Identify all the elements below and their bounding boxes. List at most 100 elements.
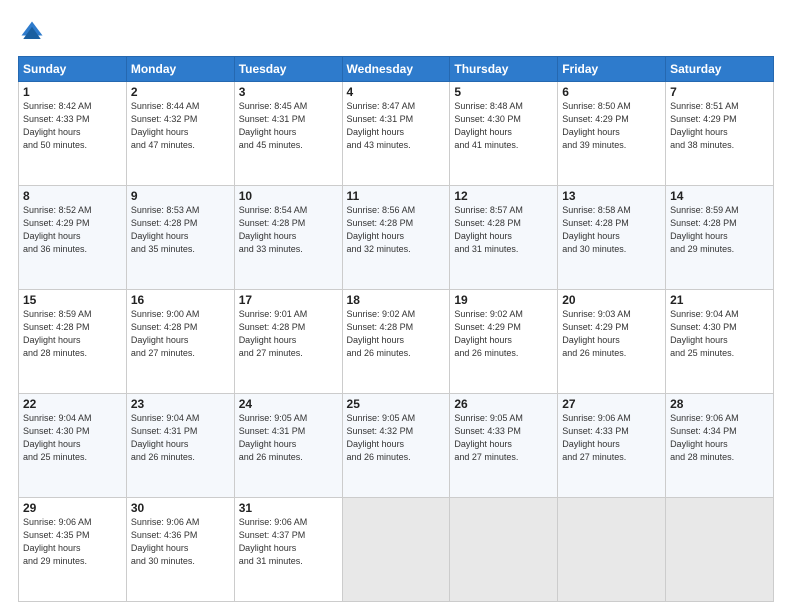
day-number: 3 bbox=[239, 85, 338, 99]
calendar-cell: 18 Sunrise: 9:02 AMSunset: 4:28 PMDaylig… bbox=[342, 290, 450, 394]
day-info: Sunrise: 8:56 AMSunset: 4:28 PMDaylight … bbox=[347, 205, 416, 254]
day-number: 13 bbox=[562, 189, 661, 203]
day-info: Sunrise: 9:02 AMSunset: 4:28 PMDaylight … bbox=[347, 309, 416, 358]
calendar-week-5: 29 Sunrise: 9:06 AMSunset: 4:35 PMDaylig… bbox=[19, 498, 774, 602]
day-number: 25 bbox=[347, 397, 446, 411]
calendar-cell: 22 Sunrise: 9:04 AMSunset: 4:30 PMDaylig… bbox=[19, 394, 127, 498]
day-number: 30 bbox=[131, 501, 230, 515]
calendar-header-thursday: Thursday bbox=[450, 57, 558, 82]
day-number: 14 bbox=[670, 189, 769, 203]
calendar-cell: 31 Sunrise: 9:06 AMSunset: 4:37 PMDaylig… bbox=[234, 498, 342, 602]
day-number: 7 bbox=[670, 85, 769, 99]
calendar-week-4: 22 Sunrise: 9:04 AMSunset: 4:30 PMDaylig… bbox=[19, 394, 774, 498]
day-info: Sunrise: 9:06 AMSunset: 4:34 PMDaylight … bbox=[670, 413, 739, 462]
calendar-cell: 5 Sunrise: 8:48 AMSunset: 4:30 PMDayligh… bbox=[450, 82, 558, 186]
day-number: 18 bbox=[347, 293, 446, 307]
calendar-cell bbox=[450, 498, 558, 602]
day-info: Sunrise: 9:04 AMSunset: 4:30 PMDaylight … bbox=[670, 309, 739, 358]
day-number: 8 bbox=[23, 189, 122, 203]
day-info: Sunrise: 8:59 AMSunset: 4:28 PMDaylight … bbox=[670, 205, 739, 254]
calendar-week-2: 8 Sunrise: 8:52 AMSunset: 4:29 PMDayligh… bbox=[19, 186, 774, 290]
calendar-cell: 11 Sunrise: 8:56 AMSunset: 4:28 PMDaylig… bbox=[342, 186, 450, 290]
day-info: Sunrise: 9:06 AMSunset: 4:35 PMDaylight … bbox=[23, 517, 92, 566]
calendar-week-3: 15 Sunrise: 8:59 AMSunset: 4:28 PMDaylig… bbox=[19, 290, 774, 394]
day-info: Sunrise: 8:51 AMSunset: 4:29 PMDaylight … bbox=[670, 101, 739, 150]
header bbox=[18, 18, 774, 46]
calendar-week-1: 1 Sunrise: 8:42 AMSunset: 4:33 PMDayligh… bbox=[19, 82, 774, 186]
day-info: Sunrise: 9:02 AMSunset: 4:29 PMDaylight … bbox=[454, 309, 523, 358]
calendar-body: 1 Sunrise: 8:42 AMSunset: 4:33 PMDayligh… bbox=[19, 82, 774, 602]
calendar-cell: 19 Sunrise: 9:02 AMSunset: 4:29 PMDaylig… bbox=[450, 290, 558, 394]
day-info: Sunrise: 9:05 AMSunset: 4:32 PMDaylight … bbox=[347, 413, 416, 462]
calendar-cell: 8 Sunrise: 8:52 AMSunset: 4:29 PMDayligh… bbox=[19, 186, 127, 290]
day-info: Sunrise: 8:47 AMSunset: 4:31 PMDaylight … bbox=[347, 101, 416, 150]
calendar-cell: 14 Sunrise: 8:59 AMSunset: 4:28 PMDaylig… bbox=[666, 186, 774, 290]
calendar-cell: 28 Sunrise: 9:06 AMSunset: 4:34 PMDaylig… bbox=[666, 394, 774, 498]
day-info: Sunrise: 9:06 AMSunset: 4:33 PMDaylight … bbox=[562, 413, 631, 462]
calendar-header-saturday: Saturday bbox=[666, 57, 774, 82]
calendar-header-monday: Monday bbox=[126, 57, 234, 82]
day-number: 11 bbox=[347, 189, 446, 203]
calendar-cell: 21 Sunrise: 9:04 AMSunset: 4:30 PMDaylig… bbox=[666, 290, 774, 394]
calendar-cell: 6 Sunrise: 8:50 AMSunset: 4:29 PMDayligh… bbox=[558, 82, 666, 186]
day-number: 10 bbox=[239, 189, 338, 203]
calendar-cell: 1 Sunrise: 8:42 AMSunset: 4:33 PMDayligh… bbox=[19, 82, 127, 186]
calendar-cell bbox=[558, 498, 666, 602]
day-number: 24 bbox=[239, 397, 338, 411]
page: SundayMondayTuesdayWednesdayThursdayFrid… bbox=[0, 0, 792, 612]
day-info: Sunrise: 8:45 AMSunset: 4:31 PMDaylight … bbox=[239, 101, 308, 150]
calendar-cell: 24 Sunrise: 9:05 AMSunset: 4:31 PMDaylig… bbox=[234, 394, 342, 498]
day-info: Sunrise: 8:53 AMSunset: 4:28 PMDaylight … bbox=[131, 205, 200, 254]
day-info: Sunrise: 8:48 AMSunset: 4:30 PMDaylight … bbox=[454, 101, 523, 150]
day-number: 28 bbox=[670, 397, 769, 411]
day-number: 5 bbox=[454, 85, 553, 99]
day-info: Sunrise: 8:58 AMSunset: 4:28 PMDaylight … bbox=[562, 205, 631, 254]
day-info: Sunrise: 8:59 AMSunset: 4:28 PMDaylight … bbox=[23, 309, 92, 358]
calendar-cell: 12 Sunrise: 8:57 AMSunset: 4:28 PMDaylig… bbox=[450, 186, 558, 290]
calendar-cell: 29 Sunrise: 9:06 AMSunset: 4:35 PMDaylig… bbox=[19, 498, 127, 602]
day-info: Sunrise: 9:05 AMSunset: 4:31 PMDaylight … bbox=[239, 413, 308, 462]
calendar-cell bbox=[666, 498, 774, 602]
day-number: 12 bbox=[454, 189, 553, 203]
day-info: Sunrise: 9:06 AMSunset: 4:36 PMDaylight … bbox=[131, 517, 200, 566]
calendar-cell: 10 Sunrise: 8:54 AMSunset: 4:28 PMDaylig… bbox=[234, 186, 342, 290]
logo bbox=[18, 18, 50, 46]
day-number: 16 bbox=[131, 293, 230, 307]
calendar-cell: 3 Sunrise: 8:45 AMSunset: 4:31 PMDayligh… bbox=[234, 82, 342, 186]
calendar-header-wednesday: Wednesday bbox=[342, 57, 450, 82]
day-number: 21 bbox=[670, 293, 769, 307]
day-number: 4 bbox=[347, 85, 446, 99]
calendar-header-friday: Friday bbox=[558, 57, 666, 82]
day-number: 22 bbox=[23, 397, 122, 411]
day-info: Sunrise: 9:00 AMSunset: 4:28 PMDaylight … bbox=[131, 309, 200, 358]
day-number: 1 bbox=[23, 85, 122, 99]
calendar-header-sunday: Sunday bbox=[19, 57, 127, 82]
calendar-cell: 7 Sunrise: 8:51 AMSunset: 4:29 PMDayligh… bbox=[666, 82, 774, 186]
day-number: 27 bbox=[562, 397, 661, 411]
calendar-header-row: SundayMondayTuesdayWednesdayThursdayFrid… bbox=[19, 57, 774, 82]
day-info: Sunrise: 9:04 AMSunset: 4:31 PMDaylight … bbox=[131, 413, 200, 462]
day-number: 19 bbox=[454, 293, 553, 307]
calendar-cell: 16 Sunrise: 9:00 AMSunset: 4:28 PMDaylig… bbox=[126, 290, 234, 394]
calendar-cell: 9 Sunrise: 8:53 AMSunset: 4:28 PMDayligh… bbox=[126, 186, 234, 290]
calendar-cell: 13 Sunrise: 8:58 AMSunset: 4:28 PMDaylig… bbox=[558, 186, 666, 290]
calendar-cell: 2 Sunrise: 8:44 AMSunset: 4:32 PMDayligh… bbox=[126, 82, 234, 186]
calendar-table: SundayMondayTuesdayWednesdayThursdayFrid… bbox=[18, 56, 774, 602]
calendar-cell: 15 Sunrise: 8:59 AMSunset: 4:28 PMDaylig… bbox=[19, 290, 127, 394]
day-number: 6 bbox=[562, 85, 661, 99]
day-info: Sunrise: 8:50 AMSunset: 4:29 PMDaylight … bbox=[562, 101, 631, 150]
calendar-cell: 4 Sunrise: 8:47 AMSunset: 4:31 PMDayligh… bbox=[342, 82, 450, 186]
day-number: 31 bbox=[239, 501, 338, 515]
day-info: Sunrise: 8:54 AMSunset: 4:28 PMDaylight … bbox=[239, 205, 308, 254]
day-number: 23 bbox=[131, 397, 230, 411]
day-info: Sunrise: 9:04 AMSunset: 4:30 PMDaylight … bbox=[23, 413, 92, 462]
calendar-cell: 17 Sunrise: 9:01 AMSunset: 4:28 PMDaylig… bbox=[234, 290, 342, 394]
day-info: Sunrise: 9:05 AMSunset: 4:33 PMDaylight … bbox=[454, 413, 523, 462]
day-number: 9 bbox=[131, 189, 230, 203]
day-number: 29 bbox=[23, 501, 122, 515]
day-number: 26 bbox=[454, 397, 553, 411]
day-info: Sunrise: 8:57 AMSunset: 4:28 PMDaylight … bbox=[454, 205, 523, 254]
day-number: 15 bbox=[23, 293, 122, 307]
day-info: Sunrise: 8:52 AMSunset: 4:29 PMDaylight … bbox=[23, 205, 92, 254]
day-number: 17 bbox=[239, 293, 338, 307]
